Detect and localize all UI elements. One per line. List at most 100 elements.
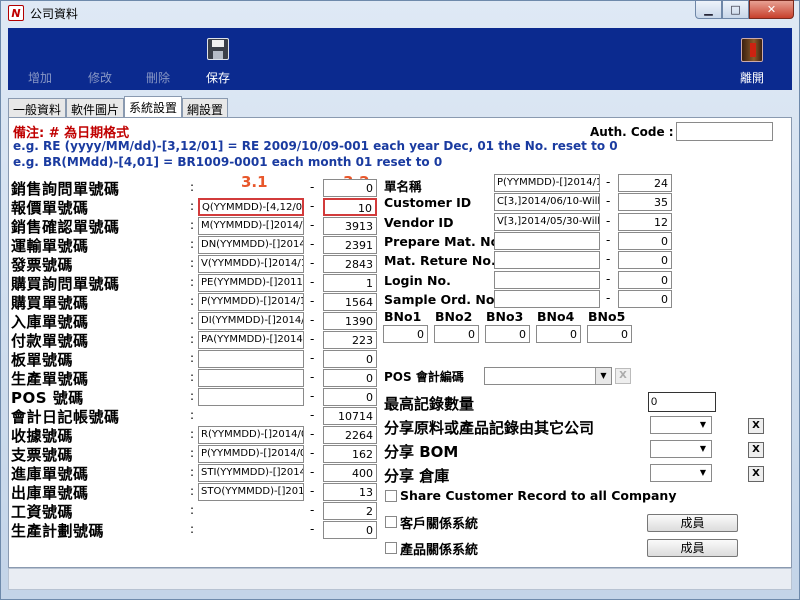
current-number-input[interactable]: 24	[618, 174, 672, 192]
bno-input[interactable]: 0	[536, 325, 581, 343]
pos-account-clear-button[interactable]: X	[615, 368, 631, 384]
current-number-input[interactable]: 223	[323, 331, 377, 349]
delete-button[interactable]: 刪除	[136, 28, 180, 90]
share-warehouse-clear-button[interactable]: X	[748, 466, 764, 482]
number-format-input[interactable]: P(YYMMDD)-[]2014/1	[494, 174, 600, 192]
number-format-input[interactable]	[494, 271, 600, 289]
bno-label: BNo3	[486, 309, 524, 324]
current-number-input[interactable]: 0	[618, 290, 672, 308]
current-number-input[interactable]: 400	[323, 464, 377, 482]
left-row-label: 板單號碼	[11, 351, 74, 369]
number-format-input[interactable]: Q(YYMMDD)-[4,12/01]	[198, 198, 304, 216]
save-button[interactable]: 保存	[196, 28, 240, 90]
left-row-label: 工資號碼	[11, 503, 74, 521]
bno-input[interactable]: 0	[383, 325, 428, 343]
customer-relation-checkbox[interactable]	[385, 516, 397, 528]
number-format-input[interactable]: PA(YYMMDD)-[]2014	[198, 331, 304, 349]
current-number-input[interactable]: 1	[323, 274, 377, 292]
number-format-input[interactable]	[198, 388, 304, 406]
current-number-input[interactable]: 0	[323, 179, 377, 197]
number-format-input[interactable]	[494, 290, 600, 308]
number-format-input[interactable]: V[3,]2014/05/30-Willy	[494, 213, 600, 231]
current-number-input[interactable]: 2391	[323, 236, 377, 254]
current-number-input[interactable]: 162	[323, 445, 377, 463]
maximize-button[interactable]: □	[722, 0, 749, 19]
number-format-input[interactable]: C[3,]2014/06/10-Willy	[494, 193, 600, 211]
dash-separator: -	[606, 252, 611, 266]
share-bom-clear-button[interactable]: X	[748, 442, 764, 458]
left-row-label: 會計日記帳號碼	[11, 408, 120, 426]
number-format-input[interactable]	[198, 350, 304, 368]
current-number-input[interactable]: 0	[618, 251, 672, 269]
colon-separator: :	[190, 351, 195, 365]
current-number-input[interactable]: 0	[323, 521, 377, 539]
left-row-label: 出庫單號碼	[11, 484, 89, 502]
current-number-input[interactable]: 0	[618, 271, 672, 289]
share-warehouse-select[interactable]: ▼	[650, 464, 712, 482]
share-customer-checkbox[interactable]	[385, 490, 397, 502]
tab-system-settings[interactable]: 系統設置	[124, 96, 183, 118]
bno-input[interactable]: 0	[434, 325, 479, 343]
left-row-label: 付款單號碼	[11, 332, 89, 350]
app-logo-icon	[8, 5, 24, 21]
number-format-input[interactable]	[494, 232, 600, 250]
number-format-input[interactable]: V(YYMMDD)-[]2014/1	[198, 255, 304, 273]
pos-account-select[interactable]: ▼	[484, 367, 612, 385]
dash-separator: -	[310, 313, 315, 327]
number-format-input[interactable]: M(YYMMDD)-[]2014/1	[198, 217, 304, 235]
customer-relation-members-button[interactable]: 成員	[647, 514, 738, 532]
current-number-input[interactable]: 0	[618, 232, 672, 250]
current-number-input[interactable]: 0	[323, 369, 377, 387]
minimize-button[interactable]: ▁	[695, 0, 722, 19]
share-bom-select[interactable]: ▼	[650, 440, 712, 458]
edit-button[interactable]: 修改	[78, 28, 122, 90]
number-format-input[interactable]: PE(YYMMDD)-[]2011/	[198, 274, 304, 292]
number-format-input[interactable]: P(YYMMDD)-[]2014/1	[198, 293, 304, 311]
left-row-label: 進庫單號碼	[11, 465, 89, 483]
number-format-input[interactable]: STO(YYMMDD)-[]201	[198, 483, 304, 501]
bno-input[interactable]: 0	[485, 325, 530, 343]
current-number-input[interactable]: 10	[323, 198, 377, 216]
floppy-disk-icon	[207, 38, 229, 60]
number-format-input[interactable]	[494, 251, 600, 269]
current-number-input[interactable]: 2843	[323, 255, 377, 273]
add-button[interactable]: 增加	[18, 28, 62, 90]
current-number-input[interactable]: 2	[323, 502, 377, 520]
max-records-input[interactable]	[648, 392, 716, 412]
product-relation-checkbox[interactable]	[385, 542, 397, 554]
number-format-input[interactable]: DI(YYMMDD)-[]2014/	[198, 312, 304, 330]
max-records-label: 最高記錄數量	[384, 395, 475, 413]
share-materials-clear-button[interactable]: X	[748, 418, 764, 434]
product-relation-members-button[interactable]: 成員	[647, 539, 738, 557]
left-row-label: 報價單號碼	[11, 199, 89, 217]
number-format-input[interactable]: R(YYMMDD)-[]2014/0	[198, 426, 304, 444]
close-button[interactable]: ✕	[749, 0, 794, 19]
current-number-input[interactable]: 3913	[323, 217, 377, 235]
current-number-input[interactable]: 0	[323, 388, 377, 406]
dash-separator: -	[310, 180, 315, 194]
current-number-input[interactable]: 13	[323, 483, 377, 501]
current-number-input[interactable]: 1390	[323, 312, 377, 330]
colon-separator: :	[190, 370, 195, 384]
current-number-input[interactable]: 35	[618, 193, 672, 211]
number-format-input[interactable]: P(YYMMDD)-[]2014/0	[198, 445, 304, 463]
number-format-input[interactable]	[198, 369, 304, 387]
colon-separator: :	[190, 332, 195, 346]
bno-input[interactable]: 0	[587, 325, 632, 343]
colon-separator: :	[190, 427, 195, 441]
number-format-input[interactable]: STI(YYMMDD)-[]2014	[198, 464, 304, 482]
tab-images[interactable]: 軟件圖片	[66, 98, 125, 118]
dash-separator: -	[310, 370, 315, 384]
share-materials-select[interactable]: ▼	[650, 416, 712, 434]
auth-code-input[interactable]	[676, 122, 773, 141]
tab-general[interactable]: 一般資料	[8, 98, 67, 118]
current-number-input[interactable]: 1564	[323, 293, 377, 311]
current-number-input[interactable]: 0	[323, 350, 377, 368]
current-number-input[interactable]: 10714	[323, 407, 377, 425]
number-format-input[interactable]: DN(YYMMDD)-[]2014	[198, 236, 304, 254]
exit-button[interactable]: 離開	[730, 28, 774, 90]
current-number-input[interactable]: 12	[618, 213, 672, 231]
current-number-input[interactable]: 2264	[323, 426, 377, 444]
colon-separator: :	[190, 484, 195, 498]
tab-web-settings[interactable]: 網設置	[182, 98, 229, 118]
